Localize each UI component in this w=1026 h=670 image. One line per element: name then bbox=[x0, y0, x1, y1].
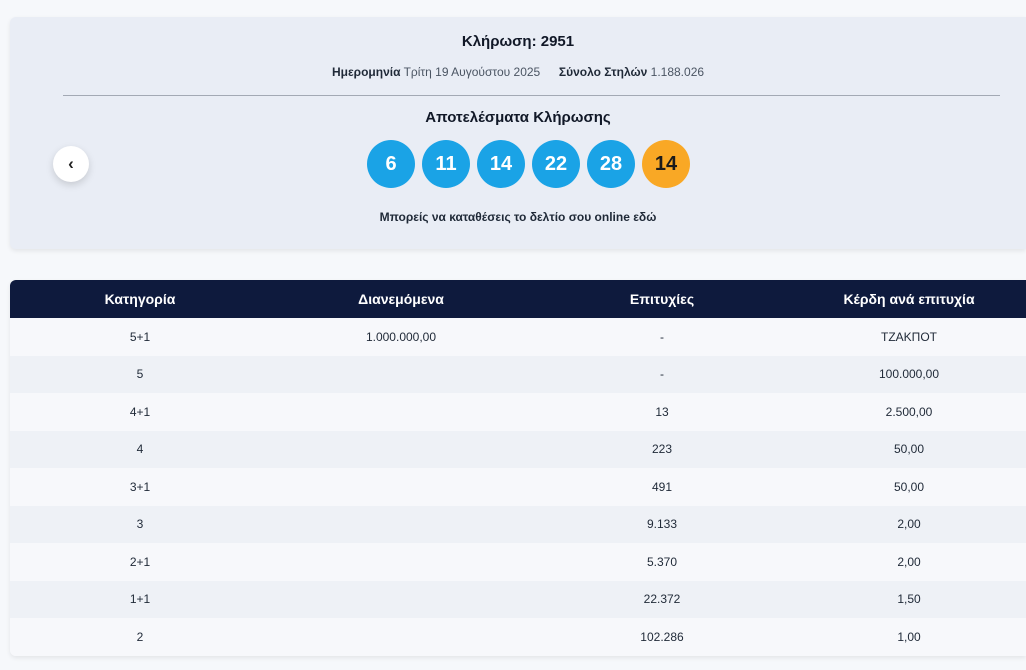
cell-distributed bbox=[270, 431, 532, 469]
table-row: 1+1 22.372 1,50 bbox=[10, 580, 1026, 619]
table-row: 2+1 5.370 2,00 bbox=[10, 543, 1026, 581]
cell-winners: - bbox=[660, 367, 664, 382]
draw-card: Κλήρωση: 2951 Ημερομηνία Τρίτη 19 Αυγούσ… bbox=[10, 17, 1026, 249]
number-ball: 28 bbox=[587, 140, 635, 188]
cell-category: 1+1 bbox=[129, 592, 151, 607]
cell-category: 4 bbox=[136, 442, 144, 457]
cell-winners: 102.286 bbox=[640, 629, 684, 644]
cell-prize: 1,00 bbox=[897, 629, 921, 644]
cell-prize: 1,50 bbox=[897, 592, 921, 607]
number-ball: 11 bbox=[422, 140, 470, 188]
cell-winners: 5.370 bbox=[646, 554, 678, 569]
cell-category: 3+1 bbox=[129, 479, 151, 494]
table-row: 5 - 100.000,00 bbox=[10, 355, 1026, 394]
cell-winners: 491 bbox=[651, 479, 673, 494]
date-value: Τρίτη 19 Αυγούστου 2025 bbox=[403, 65, 541, 79]
cell-distributed bbox=[270, 393, 532, 431]
cell-distributed bbox=[270, 618, 532, 656]
cell-prize: 2.500,00 bbox=[885, 404, 933, 419]
bonus-ball: 14 bbox=[642, 140, 690, 188]
cell-winners: 223 bbox=[651, 442, 673, 457]
cell-prize: 50,00 bbox=[893, 442, 925, 457]
cell-prize: 2,00 bbox=[897, 517, 921, 532]
chevron-left-icon: ‹ bbox=[68, 154, 74, 173]
cell-prize: 2,00 bbox=[897, 554, 921, 569]
prize-table: Κατηγορία Διανεμόμενα Επιτυχίες Κέρδη αν… bbox=[10, 280, 1026, 656]
number-ball: 22 bbox=[532, 140, 580, 188]
cell-category: 5+1 bbox=[129, 329, 151, 344]
cell-category: 5 bbox=[136, 367, 144, 382]
draw-meta: Ημερομηνία Τρίτη 19 Αυγούστου 2025 Σύνολ… bbox=[10, 65, 1026, 79]
cell-distributed bbox=[270, 543, 532, 581]
header-winners: Επιτυχίες bbox=[629, 291, 695, 307]
cell-prize: 100.000,00 bbox=[878, 367, 940, 382]
cell-category: 3 bbox=[136, 517, 144, 532]
cell-category: 2+1 bbox=[129, 554, 151, 569]
header-prize-per-winner: Κέρδη ανά επιτυχία bbox=[843, 291, 975, 307]
cell-category: 2 bbox=[136, 629, 144, 644]
header-category: Κατηγορία bbox=[104, 291, 176, 307]
cell-distributed: 1.000.000,00 bbox=[365, 329, 437, 344]
cell-prize: ΤΖΑΚΠΟΤ bbox=[881, 329, 937, 344]
table-row: 3+1 491 50,00 bbox=[10, 468, 1026, 506]
cell-winners: 22.372 bbox=[643, 592, 681, 607]
draw-title: Κλήρωση: 2951 bbox=[461, 33, 575, 50]
header-distributed: Διανεμόμενα bbox=[358, 291, 444, 307]
cell-prize: 50,00 bbox=[893, 479, 925, 494]
date-label: Ημερομηνία bbox=[331, 65, 401, 79]
cell-distributed bbox=[270, 468, 532, 506]
number-ball: 14 bbox=[477, 140, 525, 188]
results-title: Αποτελέσματα Κλήρωσης bbox=[425, 109, 611, 126]
cell-winners: 9.133 bbox=[646, 517, 678, 532]
cell-distributed bbox=[270, 506, 532, 544]
divider bbox=[63, 95, 1000, 96]
online-bet-link[interactable]: Μπορείς να καταθέσεις το δελτίο σου onli… bbox=[10, 210, 1026, 224]
cell-distributed bbox=[270, 356, 532, 394]
cell-distributed bbox=[270, 581, 532, 619]
table-header-row: Κατηγορία Διανεμόμενα Επιτυχίες Κέρδη αν… bbox=[10, 280, 1026, 318]
winning-numbers: 6 11 14 22 28 14 bbox=[367, 140, 690, 188]
columns-value: 1.188.026 bbox=[650, 65, 705, 79]
table-row: 5+1 1.000.000,00 - ΤΖΑΚΠΟΤ bbox=[10, 318, 1026, 356]
table-row: 2 102.286 1,00 bbox=[10, 618, 1026, 656]
previous-draw-button[interactable]: ‹ bbox=[53, 146, 89, 182]
number-ball: 6 bbox=[367, 140, 415, 188]
table-row: 4+1 13 2.500,00 bbox=[10, 393, 1026, 431]
cell-category: 4+1 bbox=[129, 404, 151, 419]
columns-label: Σύνολο Στηλών bbox=[558, 65, 648, 79]
cell-winners: 13 bbox=[655, 404, 669, 419]
table-row: 3 9.133 2,00 bbox=[10, 505, 1026, 544]
table-row: 4 223 50,00 bbox=[10, 430, 1026, 469]
cell-winners: - bbox=[660, 329, 664, 344]
